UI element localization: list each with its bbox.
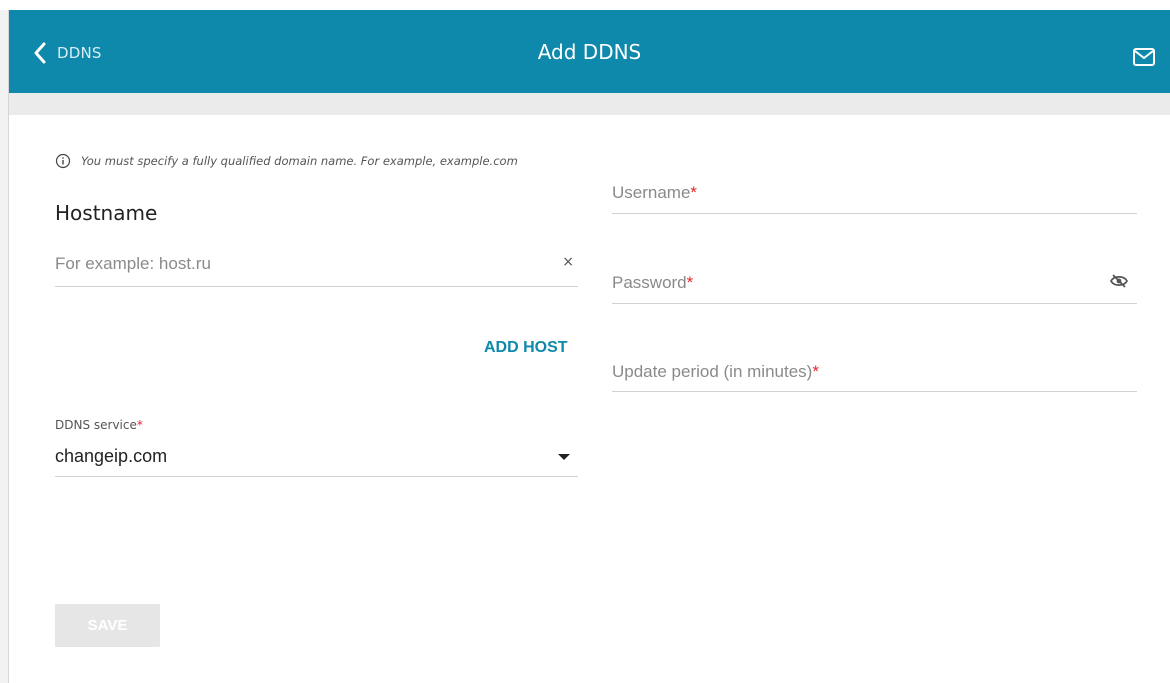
clear-icon[interactable]: × xyxy=(562,254,574,270)
update-period-field[interactable]: Update period (in minutes)* xyxy=(612,360,1137,392)
required-mark: * xyxy=(136,418,143,432)
required-mark: * xyxy=(812,362,819,381)
ddns-service-label: DDNS service* xyxy=(55,418,143,432)
info-text: You must specify a fully qualified domai… xyxy=(81,154,518,168)
username-field[interactable]: Username* xyxy=(612,180,1137,214)
ddns-service-select[interactable]: changeip.com xyxy=(55,446,578,477)
info-note: You must specify a fully qualified domai… xyxy=(55,153,518,169)
caret-down-icon xyxy=(558,454,570,460)
password-label: Password* xyxy=(612,273,693,293)
page-title: Add DDNS xyxy=(537,40,642,64)
ddns-service-label-text: DDNS service xyxy=(55,418,137,432)
ddns-service-value: changeip.com xyxy=(55,446,168,466)
hostname-field[interactable]: × xyxy=(55,254,578,287)
mail-icon[interactable] xyxy=(1132,47,1156,67)
header-bar: DDNS Add DDNS xyxy=(9,10,1170,93)
hostname-title: Hostname xyxy=(55,201,158,225)
eye-off-icon[interactable] xyxy=(1110,274,1128,288)
username-label-text: Username xyxy=(612,183,691,202)
info-icon xyxy=(55,153,71,169)
save-button[interactable]: SAVE xyxy=(55,604,160,647)
required-mark: * xyxy=(686,273,694,292)
username-label: Username* xyxy=(612,183,697,203)
header-spacer xyxy=(9,93,1170,115)
required-mark: * xyxy=(690,183,698,202)
hostname-input[interactable] xyxy=(55,254,578,274)
update-period-label: Update period (in minutes)* xyxy=(612,362,819,382)
password-field[interactable]: Password* xyxy=(612,270,1137,304)
top-border xyxy=(0,0,1170,10)
update-period-label-text: Update period (in minutes) xyxy=(612,362,813,381)
password-label-text: Password xyxy=(612,273,687,292)
left-sidebar-edge xyxy=(0,10,9,683)
add-host-button[interactable]: ADD HOST xyxy=(484,339,568,357)
